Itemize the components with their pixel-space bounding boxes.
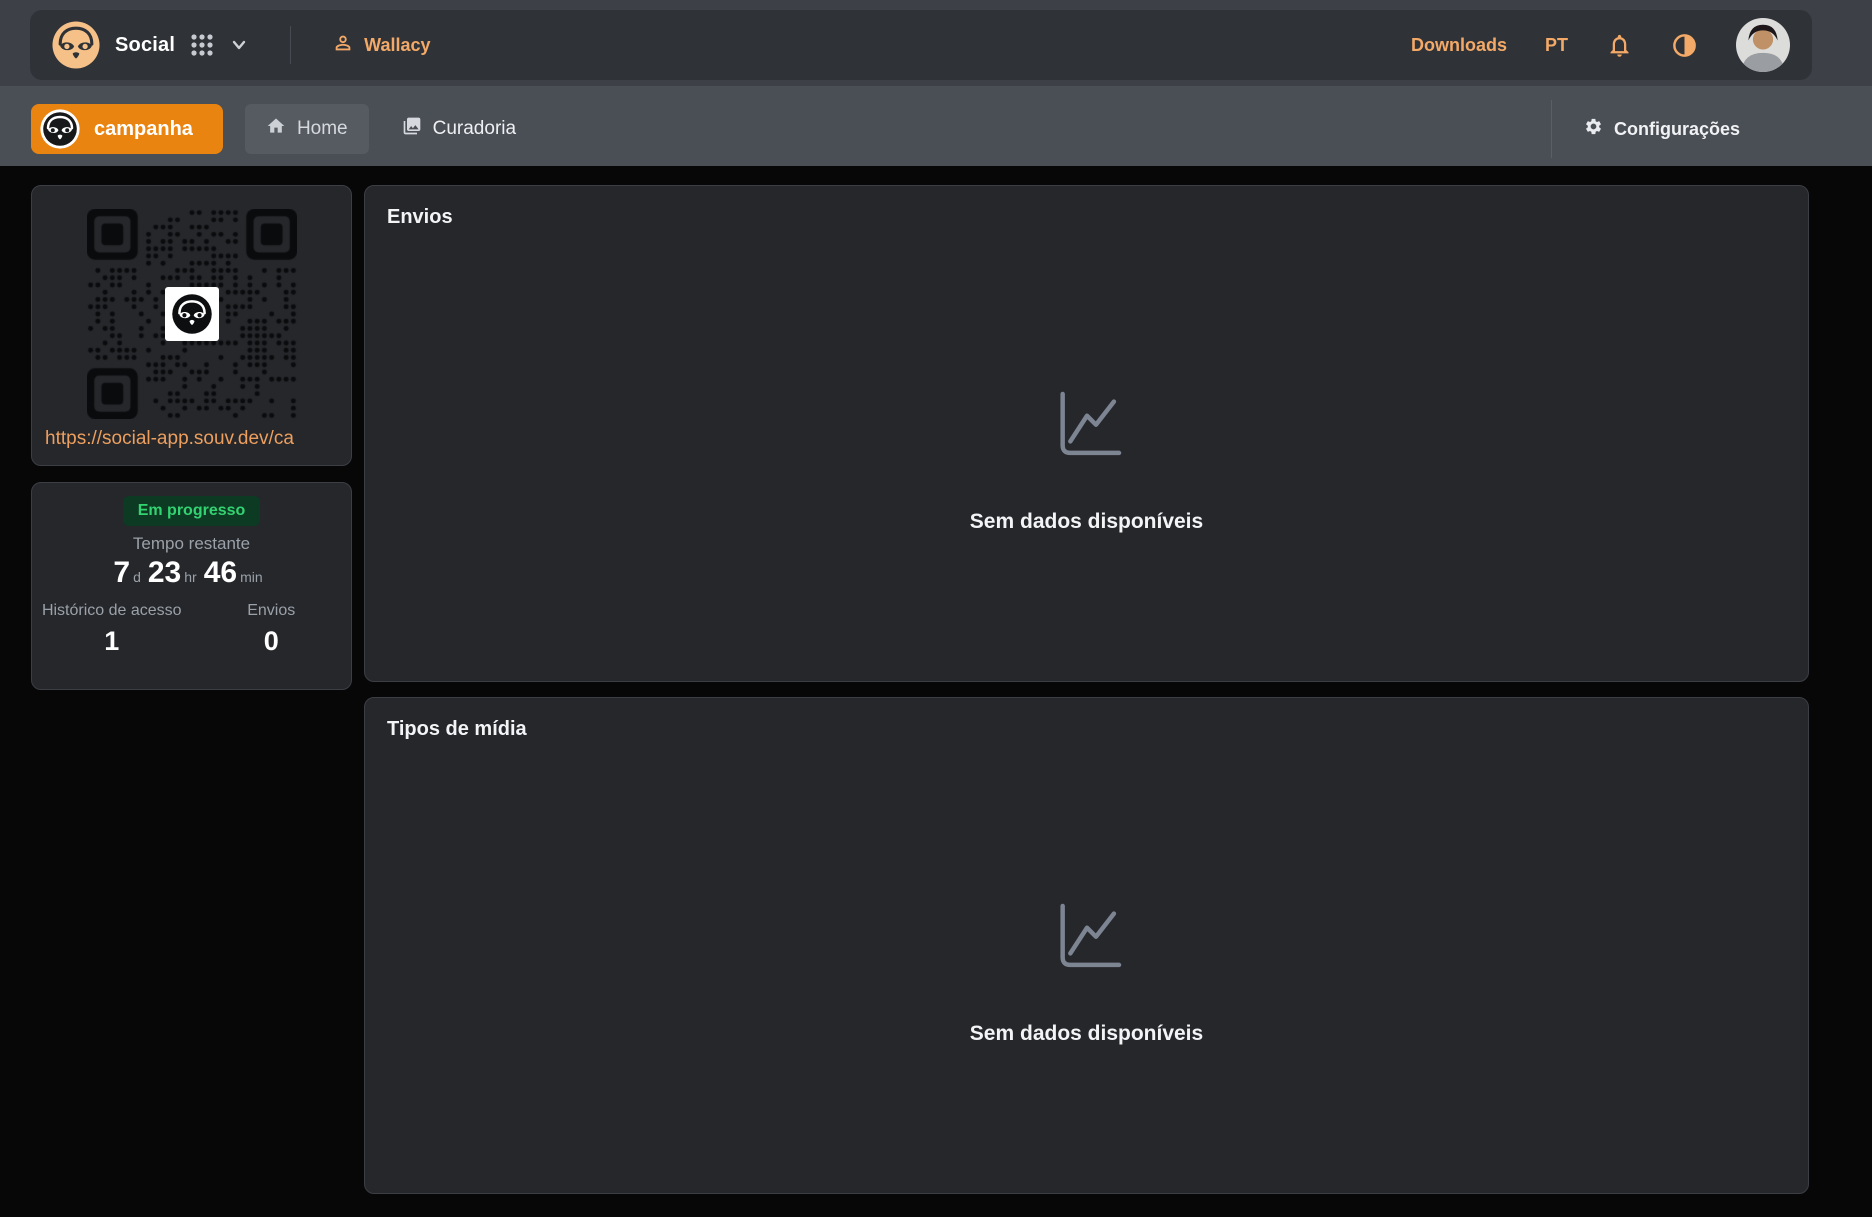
owl-logo-icon[interactable] — [52, 21, 100, 69]
panel-media-types: Tipos de mídia Sem dados disponíveis — [364, 697, 1809, 1194]
home-icon — [266, 116, 286, 142]
settings-button-label: Configurações — [1614, 119, 1740, 140]
hours-value: 23 — [148, 556, 181, 589]
panel-media-types-empty-state: Sem dados disponíveis — [365, 698, 1808, 1193]
tab-curation-label: Curadoria — [433, 118, 516, 140]
hours-unit: hr — [184, 569, 196, 585]
stats-row: Histórico de acesso 1 Envios 0 — [32, 602, 351, 657]
panel-envios: Envios Sem dados disponíveis — [364, 185, 1809, 682]
minutes-unit: min — [240, 569, 263, 585]
time-remaining-label: Tempo restante — [32, 534, 351, 554]
stat-access-history: Histórico de acesso 1 — [32, 602, 192, 657]
gear-icon — [1584, 117, 1603, 141]
qr-card: https://social-app.souv.dev/ca — [31, 185, 352, 466]
photo-library-icon — [402, 116, 422, 142]
top-app-bar: Social Wallacy — [30, 10, 1812, 80]
apps-grid-icon[interactable] — [190, 33, 214, 57]
campaign-url-link[interactable]: https://social-app.souv.dev/ca — [32, 428, 351, 450]
minutes-value: 46 — [204, 556, 237, 589]
chart-empty-icon — [1046, 385, 1128, 472]
header-zone: Social Wallacy — [0, 0, 1872, 166]
topbar-left-group: Social Wallacy — [52, 21, 431, 69]
stat-access-history-value: 1 — [32, 626, 192, 657]
topbar-right-group: Downloads PT — [1411, 18, 1790, 72]
app-name: Social — [115, 34, 175, 57]
avatar[interactable] — [1736, 18, 1790, 72]
qr-code — [87, 209, 297, 419]
time-remaining-value: 7d 23hr 46min — [32, 556, 351, 595]
tab-home-label: Home — [297, 118, 348, 140]
campaign-button-label: campanha — [94, 118, 193, 141]
user-name: Wallacy — [364, 35, 430, 56]
campaign-button[interactable]: campanha — [31, 104, 223, 154]
days-unit: d — [133, 569, 141, 585]
chart-empty-icon — [1046, 897, 1128, 984]
stat-access-history-label: Histórico de acesso — [32, 602, 192, 620]
user-icon — [332, 32, 354, 59]
settings-button[interactable]: Configurações — [1584, 117, 1812, 141]
tab-home[interactable]: Home — [245, 104, 369, 154]
topbar-divider — [290, 26, 291, 64]
bell-icon[interactable] — [1606, 32, 1633, 59]
user-chip[interactable]: Wallacy — [332, 32, 430, 59]
settings-divider — [1551, 100, 1552, 158]
toolbar: campanha Home Curadoria — [31, 100, 1812, 158]
stat-envios-value: 0 — [192, 626, 352, 657]
contrast-icon[interactable] — [1671, 32, 1698, 59]
owl-qr-center-icon — [165, 287, 219, 341]
days-value: 7 — [113, 556, 130, 589]
language-selector[interactable]: PT — [1545, 35, 1568, 56]
chevron-down-icon[interactable] — [229, 35, 249, 55]
stat-envios-label: Envios — [192, 602, 352, 620]
owl-badge-icon — [40, 109, 80, 149]
downloads-link[interactable]: Downloads — [1411, 35, 1507, 56]
status-badge: Em progresso — [123, 496, 261, 526]
stat-envios: Envios 0 — [192, 602, 352, 657]
panel-envios-empty-state: Sem dados disponíveis — [365, 186, 1808, 681]
panel-envios-empty-text: Sem dados disponíveis — [970, 510, 1203, 534]
tab-curation[interactable]: Curadoria — [390, 104, 528, 154]
panel-media-types-empty-text: Sem dados disponíveis — [970, 1022, 1203, 1046]
status-card: Em progresso Tempo restante 7d23hr46min … — [31, 482, 352, 690]
